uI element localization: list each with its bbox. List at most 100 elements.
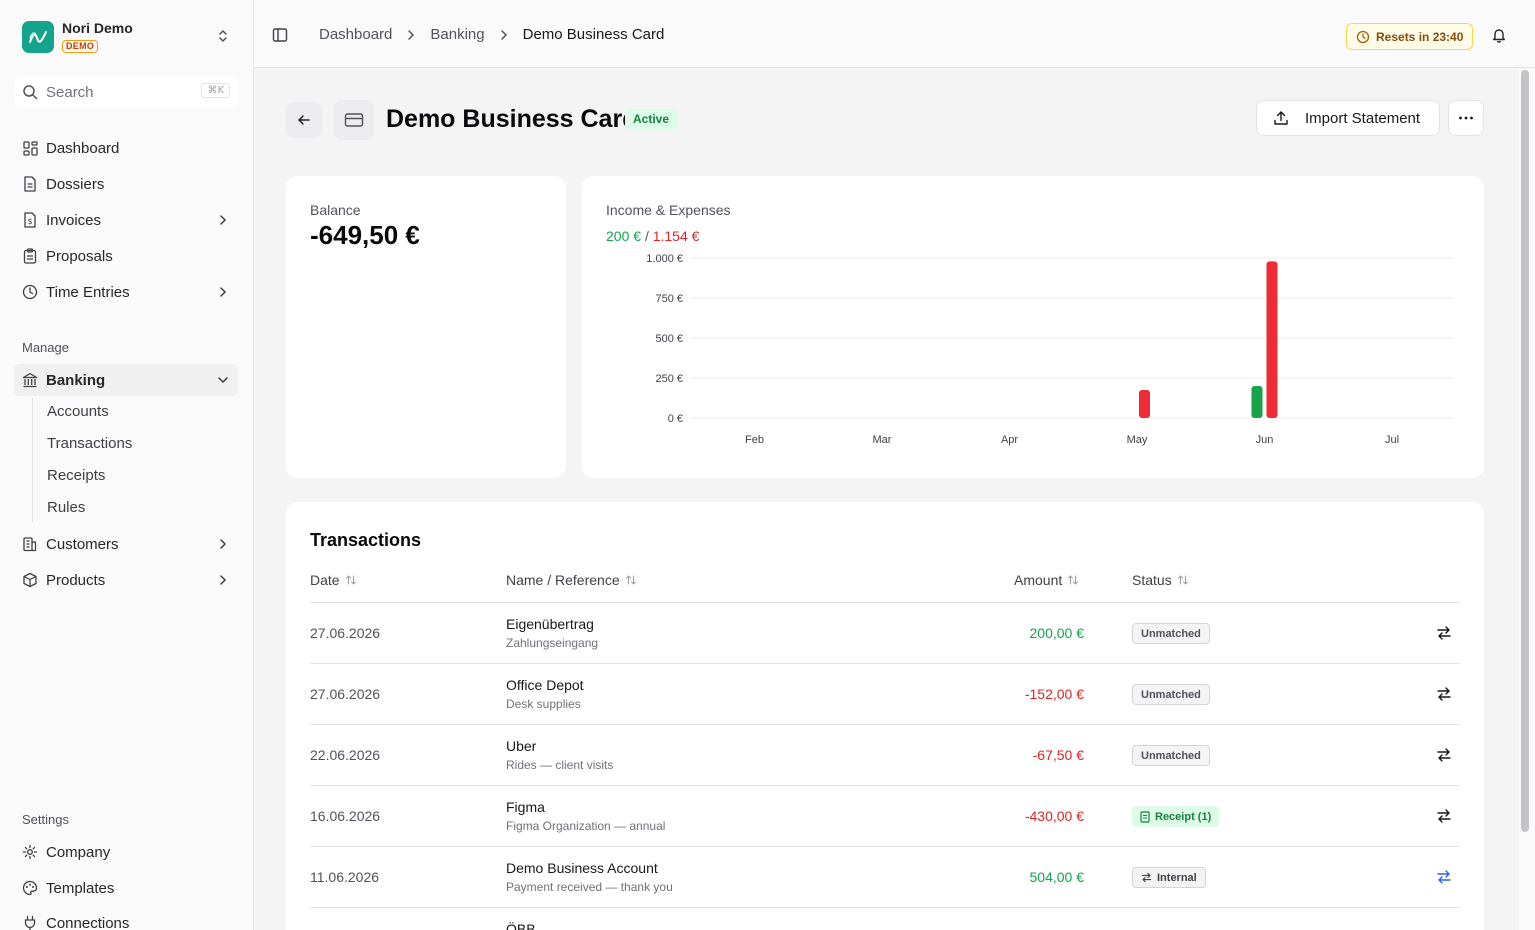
x-tick-label: Jun <box>1256 434 1274 446</box>
transaction-amount: -152,00 € <box>1024 686 1084 702</box>
column-header-name[interactable]: Name / Reference <box>506 572 637 588</box>
sidebar-item-products[interactable]: Products <box>14 564 238 596</box>
table-row[interactable]: 22.06.2026 Uber Rides — client visits -6… <box>310 725 1460 786</box>
transaction-name: Demo Business Account <box>506 860 658 876</box>
balance-label: Balance <box>310 202 361 218</box>
sidebar-subitem-accounts[interactable]: Accounts <box>47 400 109 424</box>
transaction-date: 16.06.2026 <box>310 808 381 824</box>
building-icon <box>22 536 38 552</box>
status-label: Receipt (1) <box>1155 810 1212 823</box>
status-label: Unmatched <box>1141 688 1201 701</box>
sidebar-item-banking[interactable]: Banking <box>14 364 238 396</box>
table-row[interactable]: ÖBB <box>310 908 1460 930</box>
x-tick-label: May <box>1127 434 1148 446</box>
transaction-date: 27.06.2026 <box>310 625 381 641</box>
transaction-amount: -430,00 € <box>1024 808 1084 824</box>
bell-icon[interactable] <box>1491 27 1507 48</box>
chevron-right-icon <box>404 28 418 42</box>
column-header-label: Date <box>310 572 340 588</box>
reset-timer-text: Resets in 23:40 <box>1376 29 1464 44</box>
sidebar-item-label: Dashboard <box>46 139 120 157</box>
status-badge: Internal <box>1132 867 1206 888</box>
more-options-button[interactable] <box>1448 100 1484 136</box>
sidebar-item-connections[interactable]: Connections <box>14 907 238 930</box>
sidebar-item-company[interactable]: Company <box>14 836 238 868</box>
x-tick-label: Mar <box>873 434 892 446</box>
transaction-name: Eigenübertrag <box>506 616 594 632</box>
sidebar-item-dossiers[interactable]: Dossiers <box>14 168 238 200</box>
bank-icon <box>22 372 38 388</box>
sidebar-toggle-icon[interactable] <box>272 27 288 48</box>
more-horizontal-icon <box>1458 116 1474 120</box>
main-content: Demo Business Card Active Import Stateme… <box>254 68 1519 930</box>
table-row[interactable]: 27.06.2026 Office Depot Desk supplies -1… <box>310 664 1460 725</box>
transaction-name: ÖBB <box>506 921 536 930</box>
plug-icon <box>22 915 38 930</box>
match-transfer-icon[interactable] <box>1436 808 1452 824</box>
match-transfer-icon[interactable] <box>1436 869 1452 885</box>
transaction-reference: Zahlungseingang <box>506 636 599 650</box>
breadcrumb-dashboard[interactable]: Dashboard <box>319 26 392 43</box>
sidebar-item-label: Time Entries <box>46 283 130 301</box>
column-header-label: Amount <box>1014 572 1063 588</box>
transaction-date: 11.06.2026 <box>310 869 380 885</box>
back-button[interactable] <box>286 102 322 138</box>
clock-icon <box>1356 30 1370 44</box>
chevron-up-down-icon[interactable] <box>216 28 230 49</box>
transaction-reference: Rides — client visits <box>506 758 614 772</box>
status-label: Unmatched <box>1141 627 1201 640</box>
org-switcher[interactable]: Nori Demo DEMO <box>22 20 234 54</box>
search-placeholder: Search <box>46 83 94 101</box>
transaction-reference: Desk supplies <box>506 697 581 711</box>
sort-icon <box>1067 574 1079 586</box>
grid-icon <box>22 140 38 156</box>
gear-icon <box>22 844 38 860</box>
sidebar-item-dashboard[interactable]: Dashboard <box>14 132 238 164</box>
file-icon <box>22 176 38 192</box>
breadcrumb-current: Demo Business Card <box>522 26 665 43</box>
breadcrumb-banking[interactable]: Banking <box>430 26 484 43</box>
sidebar-item-customers[interactable]: Customers <box>14 528 238 560</box>
sidebar-item-time-entries[interactable]: Time Entries <box>14 276 238 308</box>
page-title: Demo Business Card <box>386 105 638 133</box>
table-row[interactable]: 27.06.2026 Eigenübertrag Zahlungseingang… <box>310 603 1460 664</box>
sidebar-subitem-rules[interactable]: Rules <box>47 496 85 520</box>
status-label: Internal <box>1157 871 1197 884</box>
scrollbar-thumb[interactable] <box>1521 70 1529 832</box>
transaction-amount: 504,00 € <box>1029 869 1085 885</box>
match-transfer-icon[interactable] <box>1436 686 1452 702</box>
sidebar-subitem-transactions[interactable]: Transactions <box>47 432 132 456</box>
receipt-icon <box>1140 810 1150 823</box>
sidebar-item-templates[interactable]: Templates <box>14 872 238 904</box>
table-row[interactable]: 11.06.2026 Demo Business Account Payment… <box>310 847 1460 908</box>
sidebar: Nori Demo DEMO Search ⌘K Dashboard Dossi… <box>0 0 254 930</box>
org-name: Nori Demo <box>62 20 133 36</box>
sort-icon <box>625 574 637 586</box>
credit-card-icon <box>334 100 374 140</box>
chevron-right-icon <box>216 537 230 555</box>
sidebar-item-proposals[interactable]: Proposals <box>14 240 238 272</box>
search-input[interactable]: Search ⌘K <box>14 76 238 108</box>
demo-badge: DEMO <box>62 40 99 53</box>
match-transfer-icon[interactable] <box>1436 625 1452 641</box>
status-badge: Active <box>625 109 678 129</box>
section-label-settings: Settings <box>22 812 69 827</box>
column-header-status[interactable]: Status <box>1132 572 1189 588</box>
sidebar-item-label: Connections <box>46 914 130 930</box>
column-header-date[interactable]: Date <box>310 572 357 588</box>
status-badge[interactable]: Receipt (1) <box>1132 806 1220 827</box>
x-tick-label: Feb <box>745 434 764 446</box>
table-row[interactable]: 16.06.2026 Figma Figma Organization — an… <box>310 786 1460 847</box>
x-tick-label: Jul <box>1385 434 1399 446</box>
column-header-label: Name / Reference <box>506 572 620 588</box>
column-header-amount[interactable]: Amount <box>1014 572 1079 588</box>
status-badge: Unmatched <box>1132 745 1210 766</box>
search-icon <box>22 84 38 100</box>
sidebar-item-invoices[interactable]: $ Invoices <box>14 204 238 236</box>
x-tick-label: Apr <box>1001 434 1018 446</box>
transaction-name: Uber <box>506 738 537 754</box>
match-transfer-icon[interactable] <box>1436 747 1452 763</box>
import-statement-button[interactable]: Import Statement <box>1256 100 1440 136</box>
sidebar-subitem-receipts[interactable]: Receipts <box>47 464 105 488</box>
column-header-label: Status <box>1132 572 1172 588</box>
